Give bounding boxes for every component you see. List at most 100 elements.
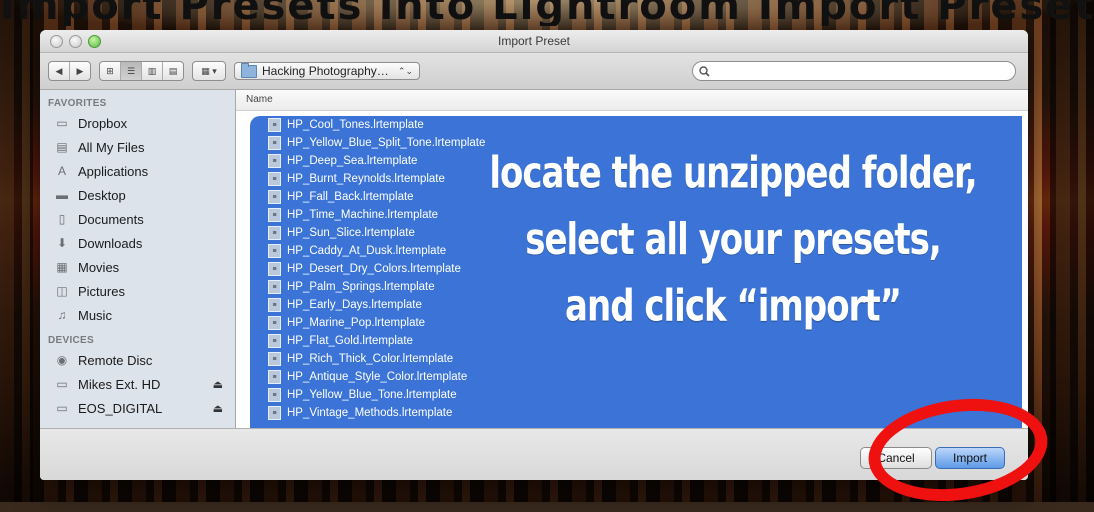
lrtemplate-file-icon: ≡ — [268, 190, 281, 204]
sidebar-item-label: Downloads — [78, 235, 143, 251]
title-bar: Import Preset — [40, 30, 1028, 53]
sidebar-item[interactable]: ⬇ Downloads — [40, 231, 235, 255]
coverflow-view-button[interactable]: ▤ — [163, 62, 183, 80]
lrtemplate-file-icon: ≡ — [268, 226, 281, 240]
movies-icon: ▦ — [56, 260, 68, 274]
file-name: HP_Deep_Sea.lrtemplate — [287, 155, 418, 167]
column-view-button[interactable]: ▥ — [142, 62, 163, 80]
forward-button[interactable]: ▶ — [70, 62, 90, 80]
sidebar-item[interactable]: ▭ EOS_DIGITAL ⏏ — [40, 396, 235, 420]
file-name: HP_Flat_Gold.lrtemplate — [287, 335, 413, 347]
disc-icon: ◉ — [56, 353, 68, 367]
file-name: HP_Yellow_Blue_Tone.lrtemplate — [287, 389, 457, 401]
sidebar-item-label: Pictures — [78, 283, 125, 299]
favorites-header: FAVORITES — [48, 98, 107, 109]
file-name: HP_Time_Machine.lrtemplate — [287, 209, 439, 221]
sidebar: FAVORITES ▭ Dropbox ▤ All My Files A Applicat… — [40, 90, 236, 430]
sidebar-item[interactable]: ♫ Music — [40, 303, 235, 327]
banner-text: Import Presets into Lightroom Import Pre… — [0, 0, 1094, 26]
folder-icon — [241, 62, 257, 78]
lrtemplate-file-icon: ≡ — [268, 406, 281, 420]
eject-icon[interactable]: ⏏ — [213, 402, 223, 415]
sidebar-item[interactable]: ▦ Movies — [40, 255, 235, 279]
location-label: Hacking Photography… — [262, 64, 389, 78]
minimize-button[interactable] — [69, 35, 82, 48]
overlay-line-1: locate the unzipped folder, — [489, 147, 977, 199]
sidebar-item-label: Documents — [78, 211, 144, 227]
file-name: HP_Antique_Style_Color.lrtemplate — [287, 371, 468, 383]
sidebar-item[interactable]: A Applications — [40, 159, 235, 183]
documents-icon: ▯ — [58, 212, 66, 226]
overlay-line-2: select all your presets, — [525, 214, 942, 266]
file-name: HP_Palm_Springs.lrtemplate — [287, 281, 435, 293]
music-icon: ♫ — [57, 308, 67, 322]
file-row[interactable]: ≡ HP_Cool_Tones.lrtemplate — [250, 116, 1022, 134]
arrange-button[interactable]: ▦ ▾ — [192, 61, 226, 81]
sidebar-item-label: Dropbox — [78, 115, 128, 131]
dialog-body: FAVORITES ▭ Dropbox ▤ All My Files A Applicat… — [40, 90, 1028, 430]
icon-view-button[interactable]: ⊞ — [100, 62, 121, 80]
back-button[interactable]: ◀ — [49, 62, 70, 80]
name-column-header[interactable]: Name — [236, 90, 1028, 111]
downloads-icon: ⬇ — [56, 236, 68, 250]
zoom-button[interactable] — [88, 35, 101, 48]
file-browser: Name ≡ HP_Cool_Tones.lrtemplate ≡ HP_Yellow… — [236, 90, 1028, 430]
file-name: HP_Fall_Back.lrtemplate — [287, 191, 414, 203]
file-name: HP_Desert_Dry_Colors.lrtemplate — [287, 263, 461, 275]
drive-icon: ▭ — [56, 377, 68, 391]
sidebar-item[interactable]: ▭ Dropbox — [40, 111, 235, 135]
search-field[interactable] — [692, 61, 1016, 81]
overlay-line-3: and click “import” — [565, 280, 902, 332]
sidebar-item-label: All My Files — [78, 139, 145, 155]
applications-icon: A — [57, 164, 66, 178]
file-name: HP_Burnt_Reynolds.lrtemplate — [287, 173, 445, 185]
lrtemplate-file-icon: ≡ — [268, 136, 281, 150]
file-row[interactable]: ≡ HP_Yellow_Blue_Tone.lrtemplate — [250, 386, 1022, 404]
lrtemplate-file-icon: ≡ — [268, 244, 281, 258]
sidebar-item[interactable]: ◫ Pictures — [40, 279, 235, 303]
file-row[interactable]: ≡ HP_Rich_Thick_Color.lrtemplate — [250, 350, 1022, 368]
lrtemplate-file-icon: ≡ — [268, 280, 281, 294]
file-name: HP_Marine_Pop.lrtemplate — [287, 317, 426, 329]
eject-icon[interactable]: ⏏ — [213, 378, 223, 391]
search-input[interactable] — [710, 63, 1015, 79]
lrtemplate-file-icon: ≡ — [268, 334, 281, 348]
list-view-button[interactable]: ☰ — [121, 62, 142, 80]
file-name: HP_Caddy_At_Dusk.lrtemplate — [287, 245, 447, 257]
file-name: HP_Vintage_Methods.lrtemplate — [287, 407, 453, 419]
lrtemplate-file-icon: ≡ — [268, 154, 281, 168]
file-name: HP_Rich_Thick_Color.lrtemplate — [287, 353, 454, 365]
sidebar-item[interactable]: ▬ Desktop — [40, 183, 235, 207]
search-icon — [699, 65, 710, 77]
sidebar-item[interactable]: ▭ Mikes Ext. HD ⏏ — [40, 372, 235, 396]
lrtemplate-file-icon: ≡ — [268, 370, 281, 384]
sidebar-item-label: EOS_DIGITAL — [78, 400, 163, 416]
sidebar-item-label: Mikes Ext. HD — [78, 376, 161, 392]
pictures-icon: ◫ — [56, 284, 68, 298]
sidebar-item-label: Music — [78, 307, 112, 323]
window-controls — [50, 35, 101, 48]
popup-arrows-icon: ⌃⌄ — [397, 65, 413, 76]
desktop-icon: ▬ — [56, 188, 68, 202]
sidebar-item[interactable]: ▤ All My Files — [40, 135, 235, 159]
location-popup[interactable]: Hacking Photography… ⌃⌄ — [234, 62, 420, 80]
lrtemplate-file-icon: ≡ — [268, 388, 281, 402]
lrtemplate-file-icon: ≡ — [268, 316, 281, 330]
file-name: HP_Early_Days.lrtemplate — [287, 299, 422, 311]
toolbar: ◀ ▶ ⊞ ☰ ▥ ▤ ▦ ▾ Hacking Photography… ⌃⌄ — [40, 53, 1028, 90]
lrtemplate-file-icon: ≡ — [268, 298, 281, 312]
sidebar-item-label: Desktop — [78, 187, 126, 203]
instruction-overlay: locate the unzipped folder, select all y… — [448, 140, 1018, 340]
sidebar-item-label: Remote Disc — [78, 352, 153, 368]
window-title: Import Preset — [497, 34, 571, 48]
sidebar-item[interactable]: ◉ Remote Disc — [40, 348, 235, 372]
lrtemplate-file-icon: ≡ — [268, 172, 281, 186]
sidebar-item[interactable]: ▯ Documents — [40, 207, 235, 231]
drive-icon: ▭ — [56, 401, 68, 415]
file-row[interactable]: ≡ HP_Antique_Style_Color.lrtemplate — [250, 368, 1022, 386]
sidebar-item-label: Applications — [78, 163, 149, 179]
file-name: HP_Sun_Slice.lrtemplate — [287, 227, 415, 239]
close-button[interactable] — [50, 35, 63, 48]
sidebar-item-label: Movies — [78, 259, 120, 275]
all-files-icon: ▤ — [56, 140, 68, 154]
